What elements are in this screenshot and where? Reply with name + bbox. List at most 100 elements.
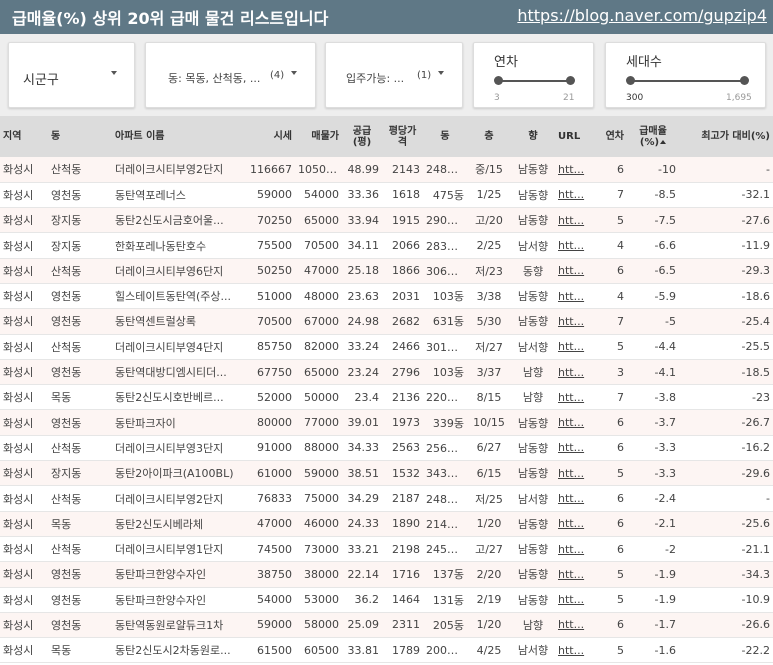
cell-vs-high: -26.7: [679, 409, 773, 436]
cell-apt-name: 동탄파크한양수자인: [112, 561, 245, 588]
year-slider-max-handle[interactable]: [566, 76, 575, 85]
cell-region: 화성시: [0, 384, 48, 411]
cell-supply-area: 25.18: [342, 258, 382, 284]
table-row: 화성시 산척동 더레이크시티부영2단지 76833 75000 34.29 2187 2482…: [0, 485, 773, 512]
cell-discount-rate: -6.6: [627, 232, 679, 259]
year-slider-track[interactable]: [498, 80, 571, 82]
cell-url[interactable]: htt...: [555, 460, 590, 487]
cell-floor: 2/25: [467, 232, 511, 259]
col-header-region[interactable]: 지역: [0, 116, 48, 157]
region-dropdown[interactable]: 시군구: [8, 42, 135, 108]
cell-apt-name: 동탄역포레너스: [112, 182, 245, 209]
cell-supply-area: 34.33: [342, 435, 382, 462]
cell-supply-area: 23.63: [342, 283, 382, 310]
blog-link[interactable]: https://blog.naver.com/gupzip4: [517, 6, 767, 25]
cell-discount-rate: -1.6: [627, 637, 679, 664]
col-header-price-per-pyeong[interactable]: 평당가격: [382, 116, 423, 157]
col-header-market-price[interactable]: 시세: [245, 116, 295, 157]
cell-url[interactable]: htt...: [555, 561, 590, 588]
cell-supply-area: 48.99: [342, 157, 382, 183]
cell-listing-price: 82000: [295, 334, 342, 360]
cell-discount-rate: -8.5: [627, 182, 679, 209]
cell-price-per-pyeong: 2198: [382, 536, 423, 563]
cell-price-per-pyeong: 2143: [382, 157, 423, 183]
cell-url[interactable]: htt...: [555, 536, 590, 563]
cell-region: 화성시: [0, 182, 48, 209]
cell-url[interactable]: htt...: [555, 207, 590, 234]
cell-discount-rate: -3.8: [627, 384, 679, 411]
dong-dropdown[interactable]: 동: 목동, 산척동, ... (4): [145, 42, 316, 108]
cell-url[interactable]: htt...: [555, 232, 590, 259]
cell-url[interactable]: htt...: [555, 258, 590, 284]
cell-apt-name: 더레이크시티부영3단지: [112, 435, 245, 462]
cell-floor: 5/30: [467, 308, 511, 335]
cell-vs-high: -25.5: [679, 334, 773, 360]
col-header-apt-name[interactable]: 아파트 이름: [112, 116, 245, 157]
cell-url[interactable]: htt...: [555, 157, 590, 183]
cell-url[interactable]: htt...: [555, 485, 590, 512]
cell-url[interactable]: htt...: [555, 511, 590, 537]
cell-price-per-pyeong: 2136: [382, 384, 423, 411]
cell-market-price: 38750: [245, 561, 295, 588]
cell-url[interactable]: htt...: [555, 637, 590, 664]
cell-apt-name: 더레이크시티부영1단지: [112, 536, 245, 563]
cell-discount-rate: -5: [627, 308, 679, 335]
cell-url[interactable]: htt...: [555, 612, 590, 639]
cell-url[interactable]: htt...: [555, 334, 590, 360]
cell-market-price: 80000: [245, 409, 295, 436]
cell-url[interactable]: htt...: [555, 283, 590, 310]
cell-supply-area: 33.24: [342, 334, 382, 360]
cell-supply-area: 38.51: [342, 460, 382, 487]
cell-url[interactable]: htt...: [555, 182, 590, 209]
cell-url[interactable]: htt...: [555, 308, 590, 335]
col-header-dong[interactable]: 동: [48, 116, 112, 157]
cell-discount-rate: -2.4: [627, 485, 679, 512]
cell-dong: 장지동: [48, 232, 112, 259]
cell-direction: 남동향: [511, 561, 555, 588]
households-slider-track[interactable]: [630, 80, 745, 82]
households-slider-min-handle[interactable]: [626, 76, 635, 85]
cell-url[interactable]: htt...: [555, 435, 590, 462]
col-header-url[interactable]: URL: [555, 116, 590, 157]
cell-price-per-pyeong: 1532: [382, 460, 423, 487]
col-header-building[interactable]: 동: [423, 116, 467, 157]
households-slider-max-handle[interactable]: [740, 76, 749, 85]
col-header-supply-area[interactable]: 공급(평): [342, 116, 382, 157]
cell-direction: 남동향: [511, 182, 555, 209]
table-row: 화성시 영천동 동탄역센트럴상록 70500 67000 24.98 2682 631동 5/3…: [0, 308, 773, 335]
cell-listing-price: 46000: [295, 511, 342, 537]
table-row: 화성시 영천동 동탄역대방디엠시티더... 67750 65000 23.24 2796 10…: [0, 359, 773, 386]
cell-url[interactable]: htt...: [555, 384, 590, 411]
col-header-vs-high[interactable]: 최고가 대비(%): [679, 116, 773, 157]
cell-direction: 남서향: [511, 637, 555, 664]
col-header-discount-rate[interactable]: 급매율(%): [627, 116, 679, 157]
cell-floor: 3/38: [467, 283, 511, 310]
cell-floor: 2/19: [467, 587, 511, 613]
cell-years: 6: [590, 511, 627, 537]
cell-market-price: 59000: [245, 612, 295, 639]
cell-apt-name: 동탄2신도시호반베르...: [112, 384, 245, 411]
move-in-dropdown[interactable]: 입주가능: ... (1): [325, 42, 463, 108]
cell-url[interactable]: htt...: [555, 587, 590, 613]
cell-dong: 산척동: [48, 157, 112, 183]
col-header-floor[interactable]: 층: [467, 116, 511, 157]
col-header-direction[interactable]: 향: [511, 116, 555, 157]
households-slider-card: 세대수 300 1,695: [605, 42, 766, 108]
cell-dong: 영천동: [48, 612, 112, 639]
col-header-listing-price[interactable]: 매물가: [295, 116, 342, 157]
cell-price-per-pyeong: 2796: [382, 359, 423, 386]
cell-apt-name: 힐스테이트동탄역(주상...: [112, 283, 245, 310]
cell-vs-high: -29.6: [679, 460, 773, 487]
cell-listing-price: 73000: [295, 536, 342, 563]
cell-url[interactable]: htt...: [555, 359, 590, 386]
cell-market-price: 59000: [245, 182, 295, 209]
chevron-down-icon: [438, 71, 444, 75]
cell-floor: 8/15: [467, 384, 511, 411]
cell-direction: 남동향: [511, 511, 555, 537]
cell-region: 화성시: [0, 536, 48, 563]
cell-listing-price: 70500: [295, 232, 342, 259]
cell-url[interactable]: htt...: [555, 409, 590, 436]
col-header-years[interactable]: 연차: [590, 116, 627, 157]
table-body: 화성시 산척동 더레이크시티부영2단지 116667 105000 48.99 2143 24…: [0, 157, 773, 664]
year-slider-min-handle[interactable]: [494, 76, 503, 85]
